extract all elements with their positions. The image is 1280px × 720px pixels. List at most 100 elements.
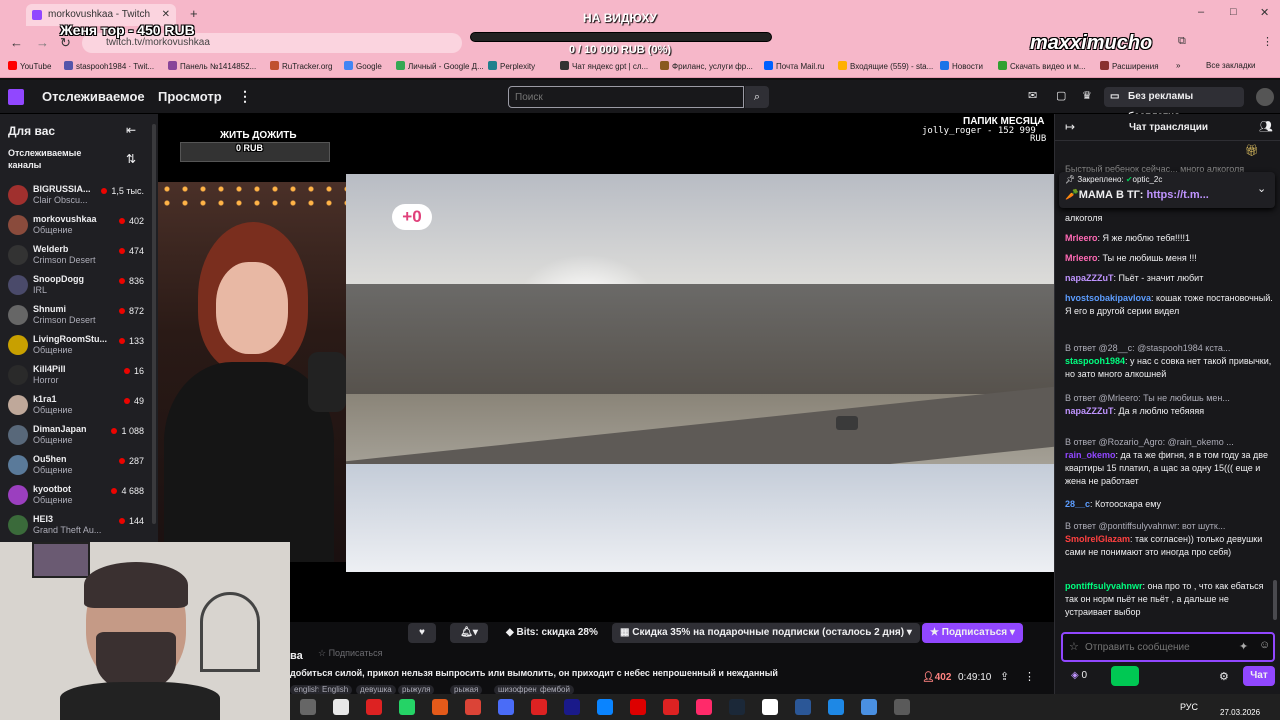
bookmark-item[interactable]: YouTube [8, 61, 51, 71]
search-input[interactable] [508, 86, 744, 108]
sort-icon[interactable]: ⇅ [126, 152, 136, 166]
nav-following[interactable]: Отслеживаемое [42, 89, 145, 104]
search-button[interactable]: ⌕ [745, 86, 769, 108]
bookmarks-overflow[interactable]: » [1176, 61, 1180, 70]
chat-reply-context[interactable]: В ответ @Rozario_Agro: @rain_okemo ... [1065, 436, 1275, 449]
notifications-button[interactable]: 🔔︎▾ [450, 623, 488, 643]
sidebar-channel[interactable]: Shnumi Crimson Desert 872 [0, 302, 150, 332]
share-icon[interactable]: ⇪ [1000, 670, 1009, 683]
bookmark-item[interactable]: Расширения [1100, 61, 1159, 71]
new-tab-icon[interactable]: + [190, 6, 198, 21]
nav-more-icon[interactable]: ⋮ [238, 88, 252, 105]
chat-username[interactable]: hvostsobakipavlova [1065, 293, 1151, 303]
window-maximize-icon[interactable]: □ [1230, 6, 1237, 18]
chat-username[interactable]: napaZZZuT [1065, 406, 1114, 416]
taskbar-app-icon[interactable] [828, 699, 844, 715]
channel-points[interactable]: ◈ 0 [1071, 670, 1087, 681]
bookmark-item[interactable]: Google [344, 61, 382, 71]
taskbar-app-icon[interactable] [894, 699, 910, 715]
chat-message[interactable]: hvostsobakipavlova: кошак тоже постаново… [1065, 292, 1275, 318]
chat-message[interactable]: алкоголя [1065, 212, 1275, 225]
window-minimize-icon[interactable]: – [1198, 6, 1204, 18]
video-player[interactable]: ЖИТЬ ДОЖИТЬ 0 RUB ПАПИК МЕСЯЦА jolly_rog… [158, 114, 1054, 622]
taskbar-app-icon[interactable] [861, 699, 877, 715]
taskbar-app-icon[interactable] [366, 699, 382, 715]
taskbar-app-icon[interactable] [399, 699, 415, 715]
sidebar-channel[interactable]: HEI3 Grand Theft Au... 144 [0, 512, 150, 542]
chat-message[interactable]: В ответ @pontiffsulyvahnwr: вот шутк... S… [1065, 520, 1275, 559]
taskbar-app-icon[interactable] [597, 699, 613, 715]
chat-reply-context[interactable]: В ответ @28__c: @staspooh1984 кста... [1065, 342, 1275, 355]
pinned-message[interactable]: 📌︎ Закреплено: ✔optic_2c 🥕МАМА В ТГ: htt… [1059, 172, 1275, 208]
sidebar-channel[interactable]: Welderb Crimson Desert 474 [0, 242, 150, 272]
gift-icon[interactable]: 🎁︎ [1245, 144, 1259, 157]
chat-message[interactable]: В ответ @Rozario_Agro: @rain_okemo ... ra… [1065, 436, 1275, 488]
all-bookmarks[interactable]: Все закладки [1206, 61, 1255, 70]
bookmark-item[interactable]: RuTracker.org [270, 61, 332, 71]
taskbar-app-icon[interactable] [696, 699, 712, 715]
bookmark-item[interactable]: Панель №1414852... [168, 61, 256, 71]
taskbar-app-icon[interactable] [300, 699, 316, 715]
gift-subs-button[interactable]: ▦ Скидка 35% на подарочные подписки (ост… [612, 623, 920, 643]
chat-message[interactable]: pontiffsulyvahnwr: она про то , что как … [1065, 580, 1275, 619]
nav-browse[interactable]: Просмотр [158, 89, 222, 104]
chat-username[interactable]: Mrleero [1065, 253, 1098, 263]
taskbar-app-icon[interactable] [795, 699, 811, 715]
chat-message[interactable]: 28__c: Котооскара ему [1065, 498, 1275, 511]
more-options-icon[interactable]: ⋮ [1024, 670, 1035, 683]
points-claim-button[interactable] [1111, 666, 1139, 686]
back-icon[interactable]: ← [10, 35, 23, 50]
taskbar-app-icon[interactable] [498, 699, 514, 715]
sidebar-channel[interactable]: BIGRUSSIA... Clair Obscu... 1,5 тыс. [0, 182, 150, 212]
taskbar-app-icon[interactable] [762, 699, 778, 715]
window-close-icon[interactable]: ✕ [1260, 6, 1269, 19]
sidebar-channel[interactable]: LivingRoomStu... Общение 133 [0, 332, 150, 362]
chat-username[interactable]: 28__c [1065, 499, 1090, 509]
no-ads-button[interactable]: ▭ Без рекламы бесплатно [1104, 87, 1244, 122]
bookmark-item[interactable]: Perplexity [488, 61, 535, 71]
chat-message[interactable]: Mrleero: Я же люблю тебя!!!!1 [1065, 232, 1275, 245]
collapse-sidebar-icon[interactable]: ⇤ [126, 123, 136, 137]
bookmark-item[interactable]: Фриланс, услуги фр... [660, 61, 753, 71]
chat-username[interactable]: SmoIrelGlazam [1065, 534, 1130, 544]
taskbar-app-icon[interactable] [729, 699, 745, 715]
follow-heart-button[interactable]: ♥ [408, 623, 436, 643]
crown-icon[interactable]: ♛ [1082, 89, 1092, 102]
chat-username[interactable]: napaZZZuT [1065, 273, 1114, 283]
sidebar-channel[interactable]: DimanJapan Общение 1 088 [0, 422, 150, 452]
bookmark-item[interactable]: Новости [940, 61, 983, 71]
inbox-icon[interactable]: ✉ [1028, 89, 1037, 102]
taskbar-app-icon[interactable] [531, 699, 547, 715]
whispers-icon[interactable]: ▢ [1056, 89, 1066, 102]
users-icon[interactable]: 👥︎ [1259, 120, 1273, 133]
extension-icon[interactable]: ⧉ [1178, 35, 1186, 48]
chat-send-button[interactable]: Чат [1243, 666, 1275, 686]
chat-input[interactable] [1085, 638, 1225, 656]
forward-icon[interactable]: → [36, 35, 49, 50]
chat-username[interactable]: pontiffsulyvahnwr [1065, 581, 1143, 591]
bookmark-item[interactable]: Почта Mail.ru [764, 61, 824, 71]
chat-scrollbar[interactable] [1273, 580, 1277, 620]
magic-icon[interactable]: ✦ [1239, 640, 1248, 653]
chat-settings-icon[interactable]: ⚙ [1219, 670, 1229, 683]
emote-icon[interactable]: ☺ [1259, 639, 1270, 651]
collapse-chat-icon[interactable]: ↦ [1065, 120, 1075, 134]
bits-button[interactable]: ◆ Bits: скидка 28% [498, 623, 606, 643]
chat-message[interactable]: napaZZZuT: Пьёт - значит любит [1065, 272, 1275, 285]
sidebar-channel[interactable]: Ou5hen Общение 287 [0, 452, 150, 482]
taskbar-app-icon[interactable] [432, 699, 448, 715]
taskbar-app-icon[interactable] [663, 699, 679, 715]
chat-username[interactable]: Mrleero [1065, 233, 1098, 243]
sidebar-channel[interactable]: Kill4Pill Horror 16 [0, 362, 150, 392]
chat-message[interactable]: В ответ @Mrleero: Ты не любишь мен... nap… [1065, 392, 1275, 418]
sidebar-channel[interactable]: k1ra1 Общение 49 [0, 392, 150, 422]
chevron-down-icon[interactable]: ⌄ [1257, 182, 1266, 195]
bookmark-item[interactable]: Личный - Google Д... [396, 61, 484, 71]
taskbar-app-icon[interactable] [564, 699, 580, 715]
bookmark-item[interactable]: Входящие (559) - sta... [838, 61, 933, 71]
taskbar-app-icon[interactable] [630, 699, 646, 715]
pinned-link[interactable]: https://t.m... [1147, 189, 1209, 201]
sidebar-channel[interactable]: morkovushkaa Общение 402 [0, 212, 150, 242]
chat-username[interactable]: staspooh1984 [1065, 356, 1125, 366]
sidebar-channel[interactable]: kyootbot Общение 4 688 [0, 482, 150, 512]
